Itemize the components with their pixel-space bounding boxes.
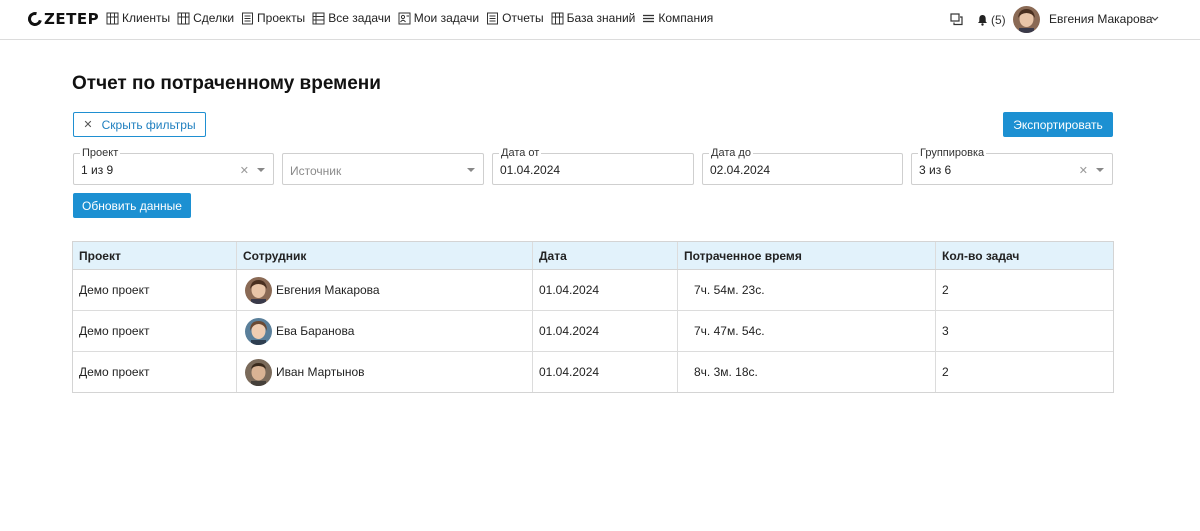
nav-item-label: База знаний (566, 11, 636, 25)
caret-down-icon[interactable] (257, 168, 265, 172)
close-icon: ✕ (83, 119, 93, 131)
spent-time-value: 7ч. 54м. 23с. (694, 283, 765, 297)
cell-task-count: 2 (942, 283, 949, 297)
column-header-project[interactable]: Проект (73, 242, 237, 269)
table-header: Проект Сотрудник Дата Потраченное время … (73, 242, 1113, 270)
logo-text: ZETEP (44, 10, 100, 28)
date-to-value: 02.04.2024 (710, 163, 771, 177)
cell-spent-time: 7ч. 54м. 23с. (678, 270, 936, 310)
clear-icon[interactable]: ✕ (1079, 164, 1088, 177)
export-button[interactable]: Экспортировать (1003, 112, 1113, 137)
app-logo[interactable]: ZETEP (25, 9, 100, 29)
main-nav: Клиенты Сделки Проекты Все задачи Мои за… (106, 11, 720, 25)
time-report-table: Проект Сотрудник Дата Потраченное время … (72, 241, 1114, 393)
avatar (245, 276, 272, 304)
source-select[interactable]: Источник (282, 153, 484, 185)
nav-item-label: Клиенты (122, 11, 171, 25)
column-header-spent-time[interactable]: Потраченное время (678, 242, 936, 269)
spent-time-value: 7ч. 47м. 54с. (694, 324, 765, 338)
user-name[interactable]: Евгения Макарова (1049, 12, 1153, 26)
nav-item-label: Все задачи (328, 11, 391, 25)
document-icon (242, 12, 254, 24)
hide-filters-label: Скрыть фильтры (101, 117, 196, 132)
building-icon (551, 12, 564, 24)
cell-project: Демо проект (73, 311, 237, 351)
caret-down-icon[interactable] (1096, 168, 1104, 172)
export-label: Экспортировать (1013, 117, 1103, 132)
avatar (245, 358, 272, 386)
nav-item-label: Проекты (257, 11, 306, 25)
avatar (245, 317, 272, 345)
project-select-label: Проект (80, 146, 121, 160)
chat-icon[interactable] (950, 13, 963, 26)
cell-project: Демо проект (73, 352, 237, 392)
project-select-value: 1 из 9 (81, 163, 114, 177)
nav-item-reports[interactable]: Отчеты (486, 11, 544, 25)
grouping-select-label: Группировка (918, 146, 987, 160)
cell-employee: Ева Баранова (237, 311, 533, 351)
cell-spent-time: 7ч. 47м. 54с. (678, 311, 936, 351)
cell-task-count: 3 (942, 324, 949, 338)
source-select-placeholder: Источник (290, 164, 342, 178)
building-icon (177, 12, 190, 24)
project-select[interactable]: Проект 1 из 9 ✕ (73, 146, 274, 185)
top-navigation-bar: ZETEP Клиенты Сделки Проекты Все задачи … (0, 0, 1200, 40)
date-from-field[interactable]: Дата от 01.04.2024 (492, 146, 694, 185)
caret-down-icon[interactable] (467, 168, 475, 172)
nav-item-label: Компания (658, 11, 714, 25)
cell-date: 01.04.2024 (533, 352, 678, 392)
cell-employee: Евгения Макарова (237, 270, 533, 310)
date-from-value: 01.04.2024 (500, 163, 561, 177)
date-to-label: Дата до (709, 146, 753, 160)
bell-icon (978, 15, 987, 26)
table-row[interactable]: Демо проект Ева Баранова 01.04.2024 7ч. … (73, 311, 1113, 352)
page-title: Отчет по потраченному времени (72, 73, 381, 94)
employee-name: Иван Мартынов (276, 365, 365, 379)
cell-employee: Иван Мартынов (237, 352, 533, 392)
task-user-icon (398, 12, 411, 24)
nav-item-label: Мои задачи (413, 11, 480, 25)
hide-filters-button[interactable]: ✕ Скрыть фильтры (73, 112, 206, 137)
document-icon (487, 12, 499, 24)
nav-item-all-tasks[interactable]: Все задачи (312, 11, 391, 25)
menu-lines-icon (643, 14, 655, 22)
refresh-data-button[interactable]: Обновить данные (73, 193, 191, 218)
grouping-select-value: 3 из 6 (919, 163, 952, 177)
nav-item-deals[interactable]: Сделки (177, 11, 234, 25)
refresh-data-label: Обновить данные (82, 198, 182, 213)
column-header-date[interactable]: Дата (533, 242, 678, 269)
user-avatar[interactable] (1013, 6, 1040, 33)
logo-mark-icon (25, 9, 45, 29)
notifications-button[interactable]: (5) (977, 13, 1006, 27)
date-to-field[interactable]: Дата до 02.04.2024 (702, 146, 903, 185)
chevron-down-icon[interactable] (1151, 16, 1159, 22)
table-row[interactable]: Демо проект Иван Мартынов 01.04.2024 8ч.… (73, 352, 1113, 392)
notifications-count: (5) (991, 13, 1006, 27)
nav-item-label: Отчеты (502, 11, 544, 25)
cell-date: 01.04.2024 (533, 311, 678, 351)
nav-item-company[interactable]: Компания (642, 11, 713, 25)
employee-name: Ева Баранова (276, 324, 355, 338)
employee-name: Евгения Макарова (276, 283, 380, 297)
nav-item-projects[interactable]: Проекты (241, 11, 305, 25)
nav-item-my-tasks[interactable]: Мои задачи (398, 11, 479, 25)
column-header-task-count[interactable]: Кол-во задач (936, 242, 1113, 269)
cell-date: 01.04.2024 (533, 270, 678, 310)
nav-item-label: Сделки (193, 11, 235, 25)
building-icon (106, 12, 119, 24)
column-header-employee[interactable]: Сотрудник (237, 242, 533, 269)
cell-task-count: 2 (942, 365, 949, 379)
list-icon (312, 12, 325, 24)
cell-project: Демо проект (73, 270, 237, 310)
spent-time-value: 8ч. 3м. 18с. (694, 365, 758, 379)
table-row[interactable]: Демо проект Евгения Макарова 01.04.2024 … (73, 270, 1113, 311)
clear-icon[interactable]: ✕ (240, 164, 249, 177)
nav-item-knowledge-base[interactable]: База знаний (551, 11, 636, 25)
grouping-select[interactable]: Группировка 3 из 6 ✕ (911, 146, 1113, 185)
date-from-label: Дата от (499, 146, 542, 160)
nav-item-clients[interactable]: Клиенты (106, 11, 170, 25)
cell-spent-time: 8ч. 3м. 18с. (678, 352, 936, 392)
